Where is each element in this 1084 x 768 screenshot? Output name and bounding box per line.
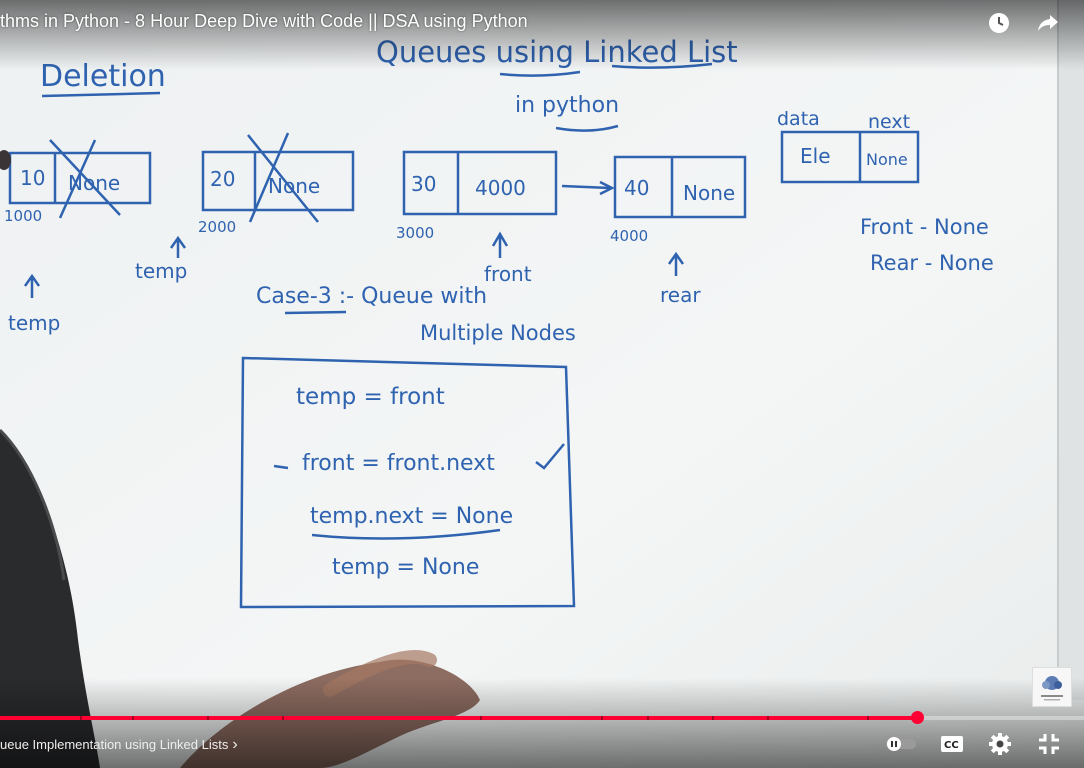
code-line-2: front = front.next: [302, 451, 495, 476]
share-icon[interactable]: [1036, 11, 1060, 35]
chapter-title[interactable]: ueue Implementation using Linked Lists ›: [0, 736, 238, 754]
progress-scrubber[interactable]: [911, 711, 925, 724]
legend-data-value: Ele: [800, 144, 831, 168]
node-10-data: 10: [20, 166, 45, 190]
chapter-marker: [867, 716, 870, 720]
cc-icon[interactable]: CC: [939, 731, 965, 757]
node-40-data: 40: [624, 176, 649, 200]
video-player[interactable]: Deletion Queues using Linked List in pyt…: [0, 0, 1084, 768]
legend-next-label: next: [868, 111, 910, 133]
node-40-next: None: [683, 181, 735, 205]
progress-played: [0, 716, 918, 720]
legend-next-value: None: [866, 150, 908, 169]
chapter-marker: [132, 716, 135, 720]
code-line-1: temp = front: [296, 384, 445, 410]
node-30-next: 4000: [475, 176, 526, 200]
front-label: front: [484, 262, 532, 286]
chapter-marker: [80, 716, 83, 720]
rear-label: rear: [660, 283, 701, 307]
video-title[interactable]: thms in Python - 8 Hour Deep Dive with C…: [0, 11, 528, 32]
legend-data-label: data: [777, 108, 820, 130]
chapter-marker: [207, 716, 210, 720]
progress-bar[interactable]: [0, 711, 1084, 724]
autoplay-toggle-icon[interactable]: [884, 731, 918, 757]
chapter-marker: [767, 716, 770, 720]
node-30-address: 3000: [396, 224, 434, 242]
node-30-data: 30: [411, 172, 436, 196]
node-20-data: 20: [210, 167, 235, 191]
rear-status: Rear - None: [870, 251, 994, 275]
temp-label-2: temp: [135, 259, 187, 283]
chapter-marker: [281, 716, 284, 720]
fullscreen-icon[interactable]: [1036, 731, 1062, 757]
clock-icon[interactable]: [987, 11, 1011, 35]
video-frame: Deletion Queues using Linked List in pyt…: [0, 0, 1084, 768]
chapter-marker: [712, 716, 715, 720]
code-line-3: temp.next = None: [310, 504, 513, 529]
channel-watermark[interactable]: [1032, 667, 1072, 707]
chapter-title-text: ueue Implementation using Linked Lists: [0, 737, 229, 752]
chapter-marker: [600, 716, 603, 720]
case-subtitle: Multiple Nodes: [420, 321, 576, 345]
node-40-address: 4000: [610, 227, 648, 245]
board-subtitle: in python: [515, 93, 619, 118]
case-title: Case-3 :- Queue with: [256, 284, 487, 309]
deletion-heading: Deletion: [40, 59, 166, 94]
front-status: Front - None: [860, 215, 989, 239]
board-title: Queues using Linked List: [376, 35, 738, 69]
chapter-marker: [480, 716, 483, 720]
node-20-next: None: [268, 174, 320, 198]
gear-icon[interactable]: [987, 731, 1013, 757]
svg-text:CC: CC: [944, 740, 959, 751]
chapter-marker: [647, 716, 650, 720]
temp-label-1: temp: [8, 311, 60, 335]
code-line-4: temp = None: [332, 555, 479, 580]
node-10-address: 1000: [4, 207, 42, 225]
node-20-address: 2000: [198, 218, 236, 236]
chevron-right-icon: ›: [232, 736, 238, 753]
